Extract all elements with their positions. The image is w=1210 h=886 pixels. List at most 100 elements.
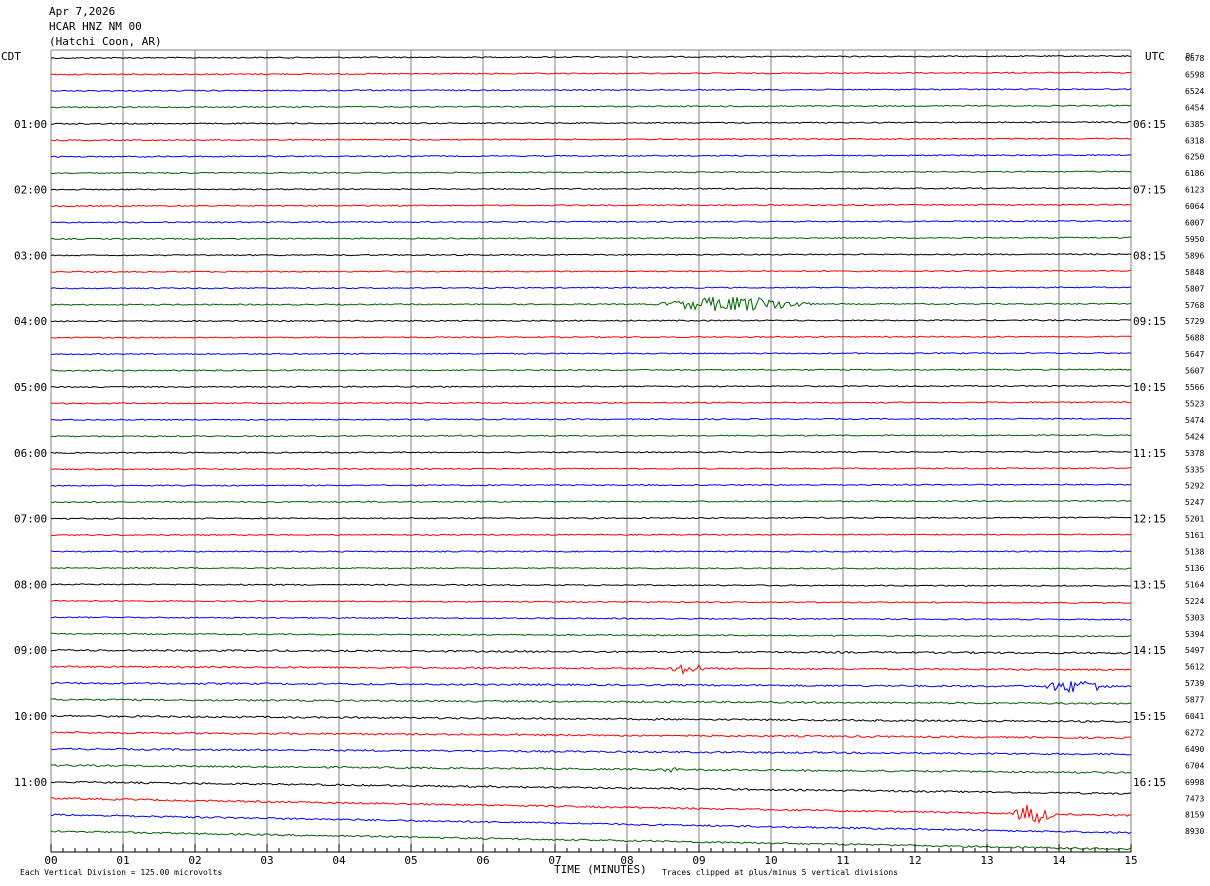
left-time-label: 10:00 <box>14 710 47 723</box>
dc-value: 6524 <box>1185 87 1204 96</box>
x-tick-label: 11 <box>836 854 849 867</box>
trace-row-16 <box>50 319 1132 323</box>
dc-value: 6454 <box>1185 103 1204 112</box>
trace-row-9 <box>50 203 1131 208</box>
dc-value: 5303 <box>1185 613 1204 622</box>
x-tick-label: 12 <box>908 854 921 867</box>
x-tick-label: 00 <box>44 854 57 867</box>
trace-row-21 <box>50 401 1132 405</box>
trace-row-44 <box>50 780 1132 795</box>
trace-row-17 <box>50 335 1132 339</box>
dc-value: 5607 <box>1185 367 1204 376</box>
trace-row-12 <box>50 253 1132 257</box>
dc-value: 5896 <box>1185 251 1204 260</box>
dc-value: 5768 <box>1185 301 1204 310</box>
left-time-label: 05:00 <box>14 381 47 394</box>
dc-value: 6007 <box>1185 219 1204 228</box>
trace-row-10 <box>50 219 1132 224</box>
dc-value: 5523 <box>1185 399 1204 408</box>
dc-value: 5474 <box>1185 416 1204 425</box>
dc-value: 6704 <box>1185 761 1204 770</box>
x-tick-label: 13 <box>980 854 993 867</box>
right-time-label: 07:15 <box>1133 184 1166 197</box>
dc-value: 6598 <box>1185 70 1204 79</box>
left-time-label: 03:00 <box>14 249 47 262</box>
right-time-label: 13:15 <box>1133 578 1166 591</box>
trace-row-13 <box>50 269 1132 273</box>
left-time-label: 07:00 <box>14 513 47 526</box>
trace-row-31 <box>50 566 1132 570</box>
dc-value: 5335 <box>1185 465 1204 474</box>
x-tick-label: 02 <box>188 854 201 867</box>
trace-row-7 <box>50 170 1132 175</box>
trace-row-26 <box>50 483 1132 487</box>
trace-row-43 <box>50 764 1132 774</box>
right-time-labels: 06:15 07:15 08:15 09:15 10:15 11:15 12:15 13:15… <box>1133 118 1166 789</box>
right-time-label: 12:15 <box>1133 513 1166 526</box>
dc-value: 5877 <box>1185 696 1204 705</box>
x-tick-label: 04 <box>332 854 346 867</box>
dc-value: 5424 <box>1185 432 1204 441</box>
left-time-label: 06:00 <box>14 447 47 460</box>
dc-value: 5647 <box>1185 350 1204 359</box>
trace-row-23 <box>50 434 1132 438</box>
trace-row-20 <box>50 384 1132 389</box>
dc-value: 5161 <box>1185 531 1204 540</box>
trace-row-32 <box>50 583 1132 587</box>
trace-row-45 <box>50 797 1132 825</box>
left-timezone-label: CDT <box>1 50 21 63</box>
x-tick-label: 10 <box>764 854 777 867</box>
right-timezone-label: UTC <box>1145 50 1165 63</box>
dc-values: 6678 6598 6524 6454 6385 6318 6250 6186 6123 6064… <box>1185 54 1204 836</box>
trace-row-33 <box>50 599 1132 604</box>
x-tick-label: 01 <box>116 854 129 867</box>
footer-scale-note: Each Vertical Division = 125.00 microvol… <box>20 868 222 877</box>
trace-row-37 <box>50 663 1132 676</box>
trace-row-47 <box>50 829 1132 851</box>
dc-value: 5950 <box>1185 235 1204 244</box>
dc-value: 5612 <box>1185 663 1204 672</box>
trace-row-1 <box>50 71 1132 76</box>
header-station: HCAR HNZ NM 00 <box>49 20 142 33</box>
left-time-label: 09:00 <box>14 644 47 657</box>
x-tick-label: 15 <box>1124 854 1137 867</box>
right-time-label: 08:15 <box>1133 249 1166 262</box>
dc-value: 6186 <box>1185 169 1204 178</box>
dc-value: 8159 <box>1185 811 1204 820</box>
trace-row-28 <box>50 516 1132 520</box>
trace-row-5 <box>51 137 1132 142</box>
right-time-label: 16:15 <box>1133 776 1166 789</box>
trace-row-36 <box>50 648 1132 655</box>
dc-value: 5247 <box>1185 498 1204 507</box>
trace-row-11 <box>50 236 1132 241</box>
trace-row-27 <box>50 499 1132 504</box>
dc-value: 5807 <box>1185 284 1204 293</box>
x-axis-label: TIME (MINUTES) <box>554 863 647 876</box>
minute-grid <box>50 49 1132 852</box>
dc-value: 6385 <box>1185 120 1204 129</box>
trace-row-46 <box>50 813 1132 834</box>
dc-value: 6678 <box>1185 54 1204 63</box>
trace-row-8 <box>50 187 1132 191</box>
dc-value: 5394 <box>1185 630 1204 639</box>
dc-value: 6318 <box>1185 136 1204 145</box>
x-tick-label: 06 <box>476 854 489 867</box>
dc-value: 6250 <box>1185 153 1204 162</box>
right-time-label: 10:15 <box>1133 381 1166 394</box>
trace-row-4 <box>50 120 1132 125</box>
footer-clip-note: Traces clipped at plus/minus 5 vertical … <box>662 868 898 877</box>
right-time-label: 06:15 <box>1133 118 1166 131</box>
dc-value: 5497 <box>1185 646 1204 655</box>
trace-row-41 <box>50 731 1131 740</box>
dc-value: 5201 <box>1185 515 1204 524</box>
trace-row-38 <box>50 681 1132 694</box>
trace-row-25 <box>50 467 1131 471</box>
dc-value: 5292 <box>1185 482 1204 491</box>
trace-row-6 <box>50 154 1132 158</box>
trace-row-0 <box>50 54 1132 60</box>
left-time-labels: 01:00 02:00 03:00 04:00 05:00 06:00 07:00 08:00… <box>14 118 47 789</box>
dc-value: 5739 <box>1185 679 1204 688</box>
left-time-label: 02:00 <box>14 184 47 197</box>
header-date: Apr 7,2026 <box>49 5 115 18</box>
trace-row-40 <box>50 714 1132 724</box>
